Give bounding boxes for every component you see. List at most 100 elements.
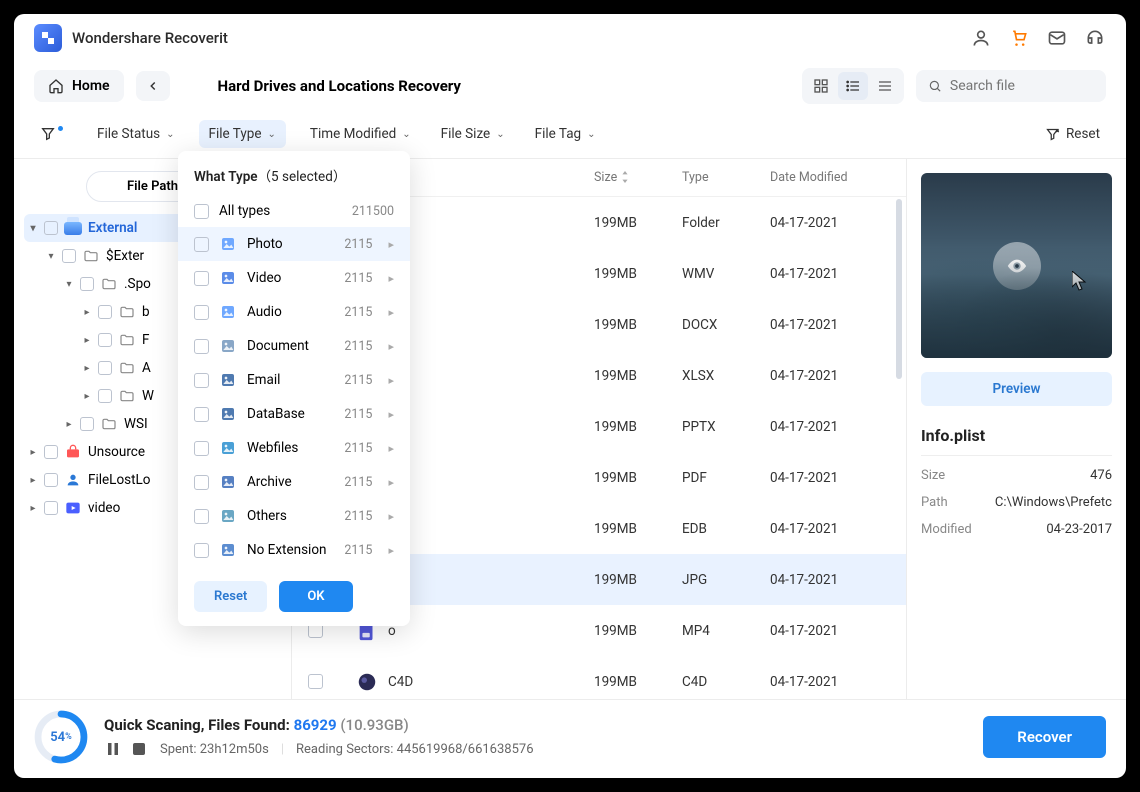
caret-icon[interactable]: ▸ <box>82 307 92 318</box>
view-list-button[interactable] <box>838 72 868 100</box>
row-name: C4D <box>388 674 413 690</box>
type-label: DataBase <box>247 406 305 422</box>
caret-icon[interactable]: ▾ <box>28 223 38 234</box>
type-checkbox[interactable] <box>194 543 209 558</box>
filter-reset-button[interactable]: Reset <box>1039 122 1106 146</box>
caret-icon[interactable]: ▸ <box>64 419 74 430</box>
stop-button[interactable] <box>130 740 148 758</box>
user-icon[interactable] <box>970 27 992 49</box>
type-icon <box>219 337 237 355</box>
type-checkbox[interactable] <box>194 339 209 354</box>
column-size[interactable]: Size <box>594 170 674 185</box>
type-checkbox[interactable] <box>194 373 209 388</box>
type-icon <box>219 269 237 287</box>
type-option[interactable]: Video2115▸ <box>178 261 410 295</box>
row-size: 199MB <box>594 470 674 486</box>
row-type: MP4 <box>682 623 762 639</box>
tree-label: FileLostLo <box>88 472 151 488</box>
dropdown-reset-button[interactable]: Reset <box>194 581 267 612</box>
type-checkbox[interactable] <box>194 237 209 252</box>
back-button[interactable] <box>136 71 170 101</box>
type-count: 2115 <box>344 271 372 286</box>
column-date[interactable]: Date Modified <box>770 170 890 185</box>
caret-icon[interactable]: ▸ <box>82 391 92 402</box>
caret-icon[interactable]: ▸ <box>28 475 38 486</box>
file-icon <box>356 671 378 693</box>
scrollbar-thumb[interactable] <box>896 199 902 379</box>
view-compact-button[interactable] <box>870 72 900 100</box>
type-option[interactable]: Photo2115▸ <box>178 227 410 261</box>
view-grid-button[interactable] <box>806 72 836 100</box>
tree-checkbox[interactable] <box>98 361 112 375</box>
search-input[interactable] <box>950 78 1094 94</box>
type-checkbox[interactable] <box>194 509 209 524</box>
caret-icon[interactable]: ▸ <box>82 335 92 346</box>
tree-checkbox[interactable] <box>44 473 58 487</box>
tree-checkbox[interactable] <box>80 277 94 291</box>
tree-icon <box>82 247 100 265</box>
type-option[interactable]: Document2115▸ <box>178 329 410 363</box>
support-icon[interactable] <box>1084 27 1106 49</box>
recover-button[interactable]: Recover <box>983 716 1106 758</box>
type-option[interactable]: Others2115▸ <box>178 499 410 533</box>
scan-status: Quick Scaning, Files Found: 86929 (10.93… <box>104 716 534 734</box>
chevron-right-icon: ▸ <box>382 306 394 319</box>
mail-icon[interactable] <box>1046 27 1068 49</box>
type-checkbox[interactable] <box>194 441 209 456</box>
preview-button[interactable]: Preview <box>921 372 1112 406</box>
type-option[interactable]: Email2115▸ <box>178 363 410 397</box>
caret-icon[interactable]: ▾ <box>64 279 74 290</box>
type-checkbox[interactable] <box>194 204 209 219</box>
type-checkbox[interactable] <box>194 305 209 320</box>
meta-value: C:\Windows\Prefetc <box>995 495 1112 510</box>
type-checkbox[interactable] <box>194 271 209 286</box>
tree-checkbox[interactable] <box>98 389 112 403</box>
chevron-right-icon: ▸ <box>382 544 394 557</box>
type-checkbox[interactable] <box>194 407 209 422</box>
column-type[interactable]: Type <box>682 170 762 185</box>
dropdown-ok-button[interactable]: OK <box>279 581 352 612</box>
tree-checkbox[interactable] <box>44 501 58 515</box>
filter-type[interactable]: File Type⌄ <box>199 120 286 148</box>
scan-progress-ring: 54% <box>34 710 88 764</box>
type-option[interactable]: Archive2115▸ <box>178 465 410 499</box>
caret-icon[interactable]: ▸ <box>28 503 38 514</box>
caret-icon[interactable]: ▾ <box>46 251 56 262</box>
row-date: 04-17-2021 <box>770 623 890 639</box>
table-row[interactable]: C4D199MBC4D04-17-2021 <box>292 656 906 699</box>
tree-checkbox[interactable] <box>98 305 112 319</box>
filter-tag[interactable]: File Tag⌄ <box>529 122 602 146</box>
preview-filename: Info.plist <box>921 426 1112 445</box>
home-button[interactable]: Home <box>34 70 124 102</box>
caret-icon[interactable]: ▸ <box>82 363 92 374</box>
filter-icon[interactable] <box>34 122 73 146</box>
tree-checkbox[interactable] <box>62 249 76 263</box>
filter-time[interactable]: Time Modified⌄ <box>304 122 417 146</box>
type-option[interactable]: Audio2115▸ <box>178 295 410 329</box>
row-type: DOCX <box>682 317 762 333</box>
type-checkbox[interactable] <box>194 475 209 490</box>
type-option[interactable]: DataBase2115▸ <box>178 397 410 431</box>
meta-value: 04-23-2017 <box>1046 522 1112 537</box>
search-box[interactable] <box>916 70 1106 102</box>
type-count: 2115 <box>344 407 372 422</box>
type-label: All types <box>219 203 270 219</box>
pause-button[interactable] <box>104 740 122 758</box>
type-option[interactable]: All types211500 <box>178 195 410 227</box>
row-date: 04-17-2021 <box>770 470 890 486</box>
tree-checkbox[interactable] <box>44 221 58 235</box>
tree-checkbox[interactable] <box>98 333 112 347</box>
type-option[interactable]: No Extension2115▸ <box>178 533 410 567</box>
filter-size[interactable]: File Size⌄ <box>435 122 511 146</box>
app-name: Wondershare Recoverit <box>72 29 228 47</box>
type-label: Document <box>247 338 309 354</box>
tree-checkbox[interactable] <box>44 445 58 459</box>
caret-icon[interactable]: ▸ <box>28 447 38 458</box>
tree-checkbox[interactable] <box>80 417 94 431</box>
cart-icon[interactable] <box>1008 27 1030 49</box>
meta-key: Size <box>921 468 945 483</box>
eye-icon[interactable] <box>993 242 1041 290</box>
row-checkbox[interactable] <box>308 674 323 689</box>
filter-status[interactable]: File Status⌄ <box>91 122 181 146</box>
type-option[interactable]: Webfiles2115▸ <box>178 431 410 465</box>
